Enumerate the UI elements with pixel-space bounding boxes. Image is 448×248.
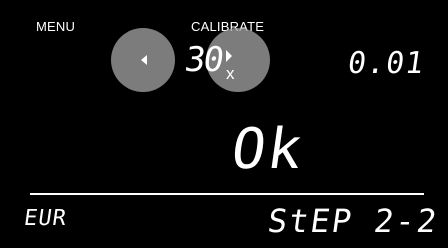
resolution-value: 0.01 bbox=[345, 46, 427, 81]
status-text: Ok bbox=[227, 117, 309, 182]
multiplier-suffix: x bbox=[226, 64, 235, 83]
multiplier-value: 30 bbox=[182, 40, 225, 80]
step-indicator: StEP 2-2 bbox=[265, 202, 441, 240]
units-text: EUR bbox=[22, 206, 69, 231]
divider bbox=[30, 193, 424, 195]
arrow-right-icon bbox=[226, 50, 232, 62]
arrow-left-icon bbox=[141, 55, 147, 65]
menu-button[interactable]: MENU bbox=[36, 19, 75, 34]
